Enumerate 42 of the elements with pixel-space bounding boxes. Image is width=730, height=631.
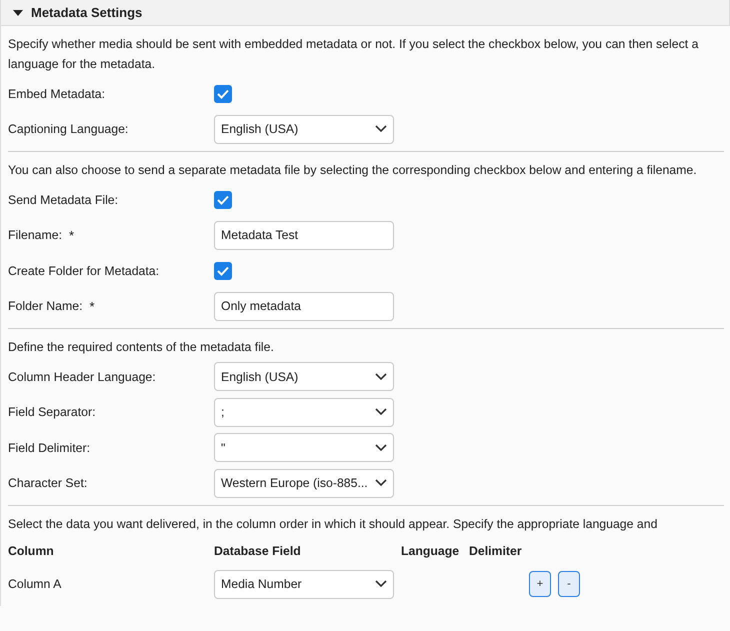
chevron-down-icon: [375, 408, 387, 416]
section-description: You can also choose to send a separate metadata file by selecting the corresponding checkbox below and entering a filename.: [8, 162, 698, 179]
section-description: Specify whether media should be sent with embedded metadata or not. If you select the checkbox below, you can then select a language for the metadata.: [8, 36, 700, 73]
field-label: Folder Name:: [8, 298, 82, 314]
required-asterisk: *: [69, 228, 74, 243]
checkbox[interactable]: [214, 84, 232, 103]
small-button[interactable]: -: [558, 571, 580, 597]
small-button[interactable]: +: [529, 571, 551, 597]
dropdown[interactable]: Western Europe (iso-885...: [214, 468, 394, 498]
dropdown[interactable]: ": [214, 433, 394, 462]
field-label: Filename:: [8, 228, 62, 243]
dropdown[interactable]: English (USA): [214, 114, 394, 144]
column-header: Delimiter: [469, 544, 522, 558]
chevron-down-icon: [375, 125, 387, 134]
checkbox[interactable]: [214, 262, 232, 280]
text-field[interactable]: Only metadata: [214, 292, 394, 321]
section-description: Select the data you want delivered, in the column order in which it should appear. Specify the appropriate language and: [8, 516, 658, 533]
field-label: Embed Metadata:: [8, 86, 106, 101]
chevron-down-icon: [375, 444, 387, 452]
column-header: Database Field: [214, 544, 302, 558]
field-label: Create Folder for Metadata:: [8, 264, 160, 278]
checkbox[interactable]: [214, 190, 232, 209]
field-label: Field Separator:: [8, 405, 96, 420]
panel-header[interactable]: Metadata Settings: [0, 0, 730, 26]
field-label: Column Header Language:: [8, 370, 156, 384]
dropdown[interactable]: English (USA): [214, 362, 394, 392]
column-name: Column A: [8, 577, 62, 591]
column-header: Column: [8, 544, 55, 558]
dropdown[interactable]: ;: [214, 398, 394, 427]
chevron-down-icon: [375, 372, 387, 381]
field-label: Captioning Language:: [8, 122, 128, 136]
chevron-down-icon: [375, 580, 387, 588]
field-label: Character Set:: [8, 476, 88, 490]
section-description: Define the required contents of the metadata file.: [8, 339, 275, 356]
text-field[interactable]: Metadata Test: [214, 220, 394, 250]
panel-title: Metadata Settings: [31, 5, 142, 20]
field-label: Send Metadata File:: [8, 192, 118, 207]
chevron-down-icon: [375, 479, 387, 488]
field-label: Field Delimiter:: [8, 440, 90, 455]
required-asterisk: *: [90, 298, 95, 314]
column-header: Language: [401, 544, 460, 558]
dropdown[interactable]: Media Number: [214, 570, 394, 598]
